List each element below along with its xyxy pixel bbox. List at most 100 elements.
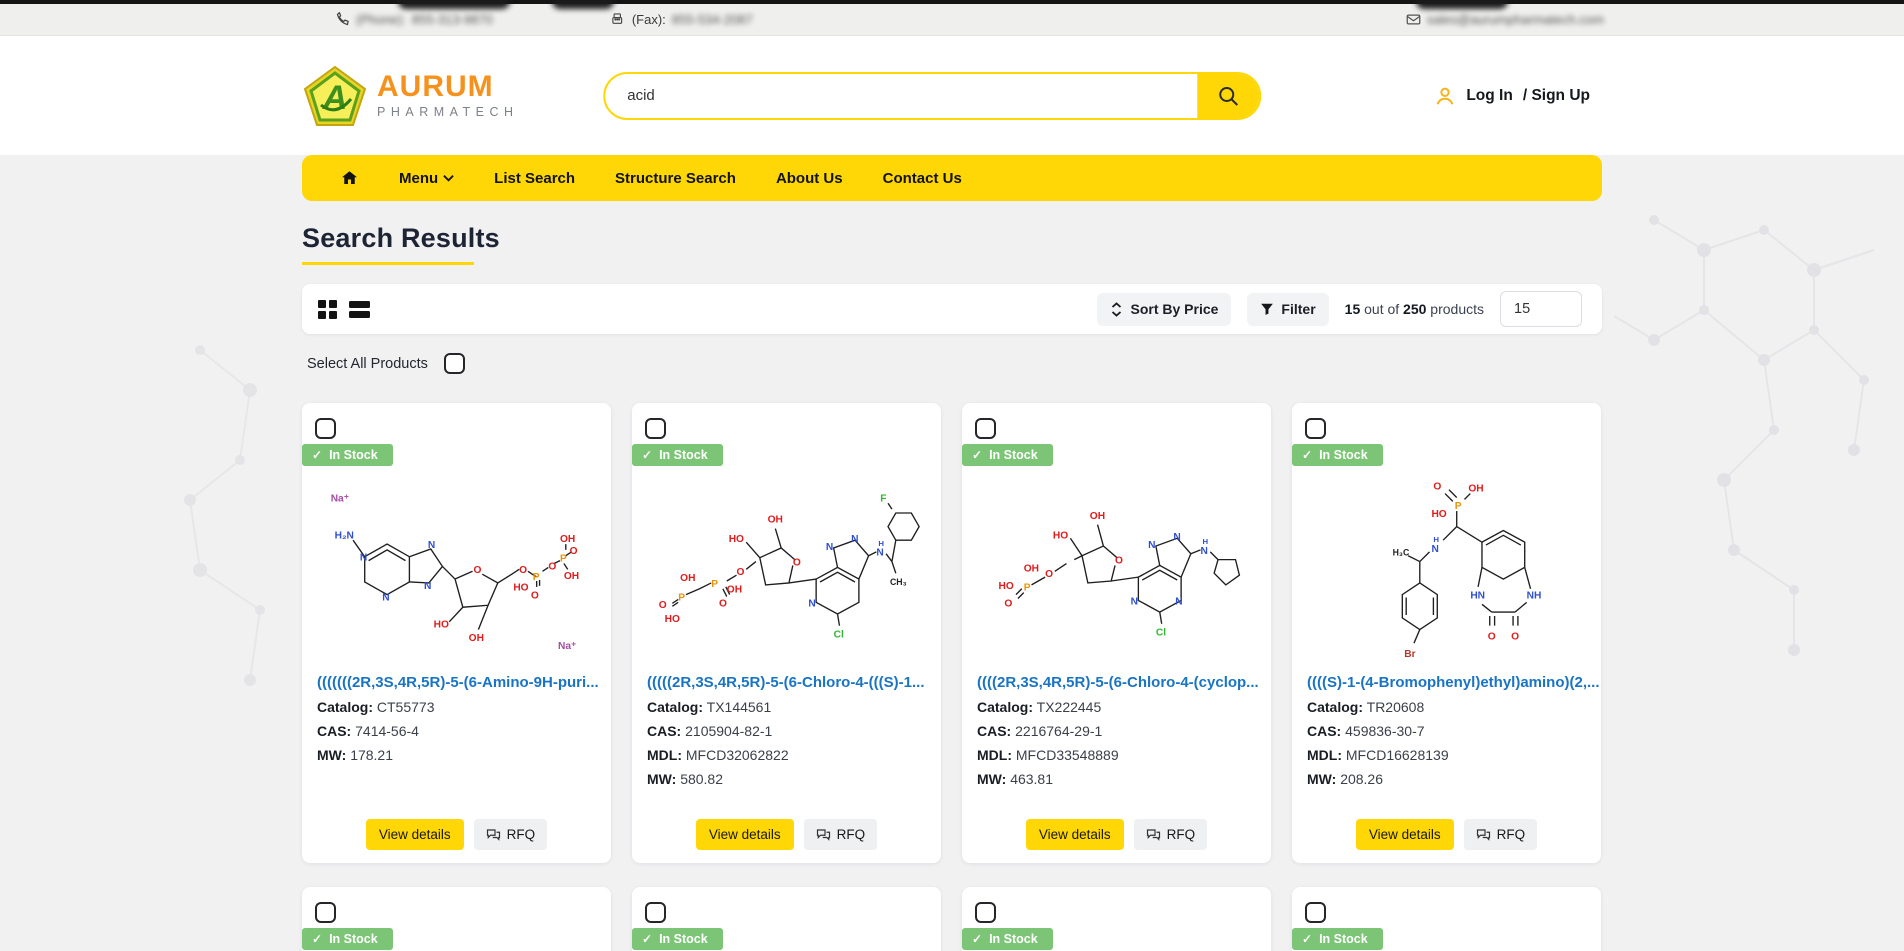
svg-text:O: O [473,565,481,576]
svg-text:HO: HO [1052,530,1067,541]
product-catalog: Catalog: CT55773 [302,699,611,715]
phone-label: (Phone): [356,12,406,27]
svg-text:O: O [658,600,666,611]
sort-by-price-button[interactable]: Sort By Price [1097,293,1231,326]
product-structure-image[interactable]: O HO P OH O O OH HO N N N N Cl N [962,461,1271,666]
login-link[interactable]: Log In [1466,87,1513,105]
rfq-button[interactable]: RFQ [1134,819,1208,850]
stock-label: In Stock [1319,448,1368,462]
toolbar-right: Sort By Price Filter 15 out of 250 produ… [1097,291,1582,327]
product-card: ✓ In Stock [632,403,941,863]
rfq-button[interactable]: RFQ [1464,819,1538,850]
svg-text:H₃C: H₃C [1392,547,1409,557]
results-total: 250 [1403,301,1426,317]
rfq-button[interactable]: RFQ [474,819,548,850]
svg-text:N: N [423,580,430,591]
grid-view-icon[interactable] [318,300,337,319]
nav-menu[interactable]: Menu [399,170,454,187]
product-checkbox[interactable] [645,902,666,923]
fax-icon [611,12,626,27]
home-icon [340,169,359,187]
chat-icon [1146,828,1161,841]
svg-text:H: H [878,539,884,548]
product-checkbox[interactable] [315,418,336,439]
page-size-input[interactable] [1500,291,1582,327]
mw-value: 208.26 [1340,771,1383,787]
stock-label: In Stock [659,932,708,946]
svg-text:O: O [530,590,538,601]
sort-icon [1110,302,1123,317]
card-actions: View details RFQ [302,819,611,863]
logo[interactable]: A AURUM PHARMATECH [303,65,519,127]
select-all-checkbox[interactable] [444,353,465,374]
filter-button[interactable]: Filter [1247,293,1328,326]
view-details-button[interactable]: View details [1356,819,1454,850]
email-address: sales@aurumpharmatech.com [1427,12,1604,27]
product-card: ✓In Stock [632,887,941,951]
svg-text:N: N [825,541,832,552]
cas-value: 459836-30-7 [1345,723,1424,739]
search-input[interactable] [605,87,1197,104]
email-icon [1406,12,1421,27]
check-icon: ✓ [972,448,982,462]
mdl-label: MDL: [647,747,682,763]
catalog-label: Catalog: [647,699,703,715]
product-structure-image[interactable]: O OH HO P N H H₃C Br HN NH O O [1292,461,1601,666]
nav-home[interactable] [340,169,359,187]
stock-badge: ✓ In Stock [962,444,1053,466]
nav-about-us[interactable]: About Us [776,170,843,187]
email-contact[interactable]: sales@aurumpharmatech.com [1406,12,1604,27]
product-checkbox[interactable] [1305,902,1326,923]
search-icon [1216,84,1240,108]
product-structure-image[interactable]: Na⁺ Na⁺ H₂N N N N N O HO OH O P O HO [302,461,611,666]
products-grid: ✓ In Stock [302,403,1602,863]
stock-label: In Stock [1319,932,1368,946]
select-all-row: Select All Products [302,353,1602,374]
product-title-link[interactable]: ((((2R,3S,4R,5R)-5-(6-Chloro-4-(cyclop..… [962,674,1271,691]
product-title-link[interactable]: ((((S)-1-(4-Bromophenyl)ethyl)amino)(2,.… [1292,674,1601,691]
product-card: ✓In Stock [302,887,611,951]
mw-label: MW: [1307,771,1336,787]
catalog-value: TX144561 [707,699,772,715]
list-view-icon[interactable] [349,300,370,319]
product-structure-image[interactable]: O HO P OH P O OH O O OH HO N N N [632,461,941,666]
svg-text:N: N [359,552,366,563]
product-checkbox[interactable] [1305,418,1326,439]
svg-text:Cl: Cl [1155,627,1165,638]
view-details-button[interactable]: View details [1026,819,1124,850]
product-card: ✓ In Stock [302,403,611,863]
stock-label: In Stock [329,932,378,946]
svg-text:O: O [548,561,556,572]
product-checkbox[interactable] [975,418,996,439]
view-details-button[interactable]: View details [366,819,464,850]
filter-icon [1260,302,1274,316]
product-checkbox[interactable] [975,902,996,923]
svg-text:P: P [559,553,566,564]
product-checkbox[interactable] [315,902,336,923]
nav-contact-us[interactable]: Contact Us [883,170,962,187]
stock-label: In Stock [329,448,378,462]
mw-value: 463.81 [1010,771,1053,787]
mdl-label: MDL: [1307,747,1342,763]
rfq-label: RFQ [837,827,866,842]
chevron-down-icon [443,174,454,182]
nav-menu-label: Menu [399,170,438,187]
svg-text:HO: HO [433,619,448,630]
nav-list-search[interactable]: List Search [494,170,575,187]
product-title-link[interactable]: (((((((2R,3S,4R,5R)-5-(6-Amino-9H-puri..… [302,674,611,691]
product-title-link[interactable]: (((((2R,3S,4R,5R)-5-(6-Chloro-4-(((S)-1.… [632,674,941,691]
svg-text:OH: OH [559,534,574,545]
product-checkbox[interactable] [645,418,666,439]
search-button[interactable] [1197,72,1259,120]
view-details-button[interactable]: View details [696,819,794,850]
svg-text:N: N [1175,596,1182,607]
svg-text:P: P [532,572,539,583]
nav-structure-search[interactable]: Structure Search [615,170,736,187]
stock-label: In Stock [659,448,708,462]
product-card: ✓ In Stock [1292,403,1601,863]
signup-link[interactable]: / Sign Up [1523,87,1590,105]
rfq-button[interactable]: RFQ [804,819,878,850]
stock-badge: ✓In Stock [632,928,723,950]
svg-text:F: F [880,493,886,504]
svg-text:P: P [1023,582,1030,593]
